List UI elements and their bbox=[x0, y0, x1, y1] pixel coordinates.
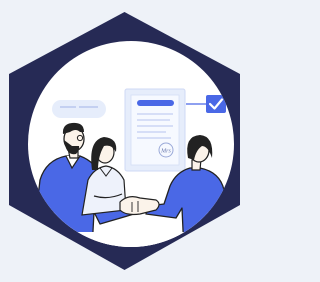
signature-text: Mrs bbox=[160, 149, 171, 155]
illustration-card: Mrs bbox=[0, 0, 249, 282]
agreement-illustration: Mrs bbox=[9, 12, 240, 270]
speech-bubble-icon bbox=[52, 100, 106, 118]
document-icon: Mrs bbox=[124, 88, 186, 172]
